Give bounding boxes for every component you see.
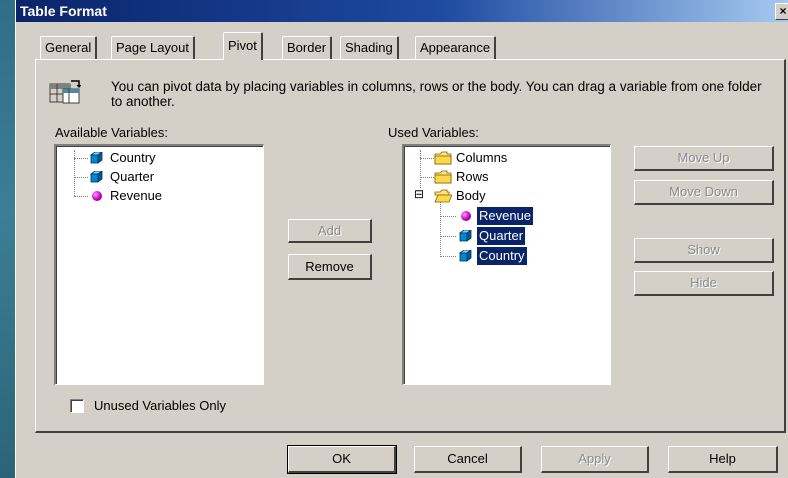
cube-icon: [459, 250, 472, 262]
tree-line: [74, 177, 88, 178]
item-label: Revenue: [110, 188, 163, 203]
table-format-dialog: Table Format × General Page Layout Pivot…: [15, 0, 788, 478]
cube-icon: [90, 152, 103, 164]
folder-icon: [434, 151, 452, 165]
folder-label: Body: [456, 188, 486, 203]
unused-variables-only-label[interactable]: Unused Variables Only: [94, 398, 226, 413]
tree-line: [420, 158, 434, 159]
open-folder-icon: [434, 189, 452, 203]
folder-label: Columns: [456, 150, 508, 165]
available-variables-list[interactable]: Country Quarter Revenue: [54, 144, 264, 385]
available-variables-label: Available Variables:: [55, 125, 168, 140]
move-up-button[interactable]: Move Up: [634, 146, 774, 171]
tree-line: [74, 150, 75, 196]
cancel-button[interactable]: Cancel: [414, 446, 522, 473]
show-button[interactable]: Show: [634, 238, 774, 263]
window-title: Table Format: [20, 3, 107, 19]
tab-general[interactable]: General: [40, 36, 98, 59]
cube-icon: [90, 171, 103, 183]
tree-line: [440, 236, 456, 237]
tab-page-layout[interactable]: Page Layout: [111, 36, 196, 59]
tree-line: [420, 177, 434, 178]
help-button[interactable]: Help: [668, 446, 778, 473]
tree-line: [440, 202, 441, 257]
info-text: You can pivot data by placing variables …: [111, 79, 762, 109]
tab-shading[interactable]: Shading: [340, 36, 399, 59]
add-button[interactable]: Add: [288, 219, 372, 243]
tree-line: [74, 196, 88, 197]
folder-label: Rows: [456, 169, 489, 184]
item-label: Quarter: [475, 226, 527, 246]
collapse-toggle-icon[interactable]: ⊟: [414, 188, 425, 200]
tab-appearance[interactable]: Appearance: [415, 36, 497, 59]
apply-button[interactable]: Apply: [541, 446, 649, 473]
tree-line: [440, 256, 456, 257]
item-label: Country: [476, 246, 528, 266]
pivot-table-icon: [49, 80, 81, 104]
used-variables-label: Used Variables:: [388, 125, 479, 140]
ok-button[interactable]: OK: [287, 445, 397, 474]
hide-button[interactable]: Hide: [634, 271, 774, 296]
move-down-button[interactable]: Move Down: [634, 180, 774, 205]
item-label: Quarter: [110, 169, 155, 184]
item-label: Country: [110, 150, 156, 165]
title-bar[interactable]: Table Format ×: [16, 0, 788, 22]
tree-line: [74, 158, 88, 159]
folder-icon: [434, 170, 452, 184]
cube-icon: [459, 230, 472, 242]
close-button[interactable]: ×: [775, 3, 788, 20]
ball-icon: [92, 191, 102, 201]
item-label: Revenue: [475, 206, 535, 226]
remove-button[interactable]: Remove: [288, 254, 372, 280]
used-variables-tree[interactable]: Columns Rows ⊟ Body Revenue Quarter Coun…: [402, 144, 611, 385]
ball-icon: [461, 211, 471, 221]
unused-variables-only-checkbox[interactable]: [70, 399, 84, 413]
tab-border[interactable]: Border: [282, 36, 333, 59]
tab-pivot[interactable]: Pivot: [223, 32, 263, 60]
tree-line: [440, 216, 456, 217]
